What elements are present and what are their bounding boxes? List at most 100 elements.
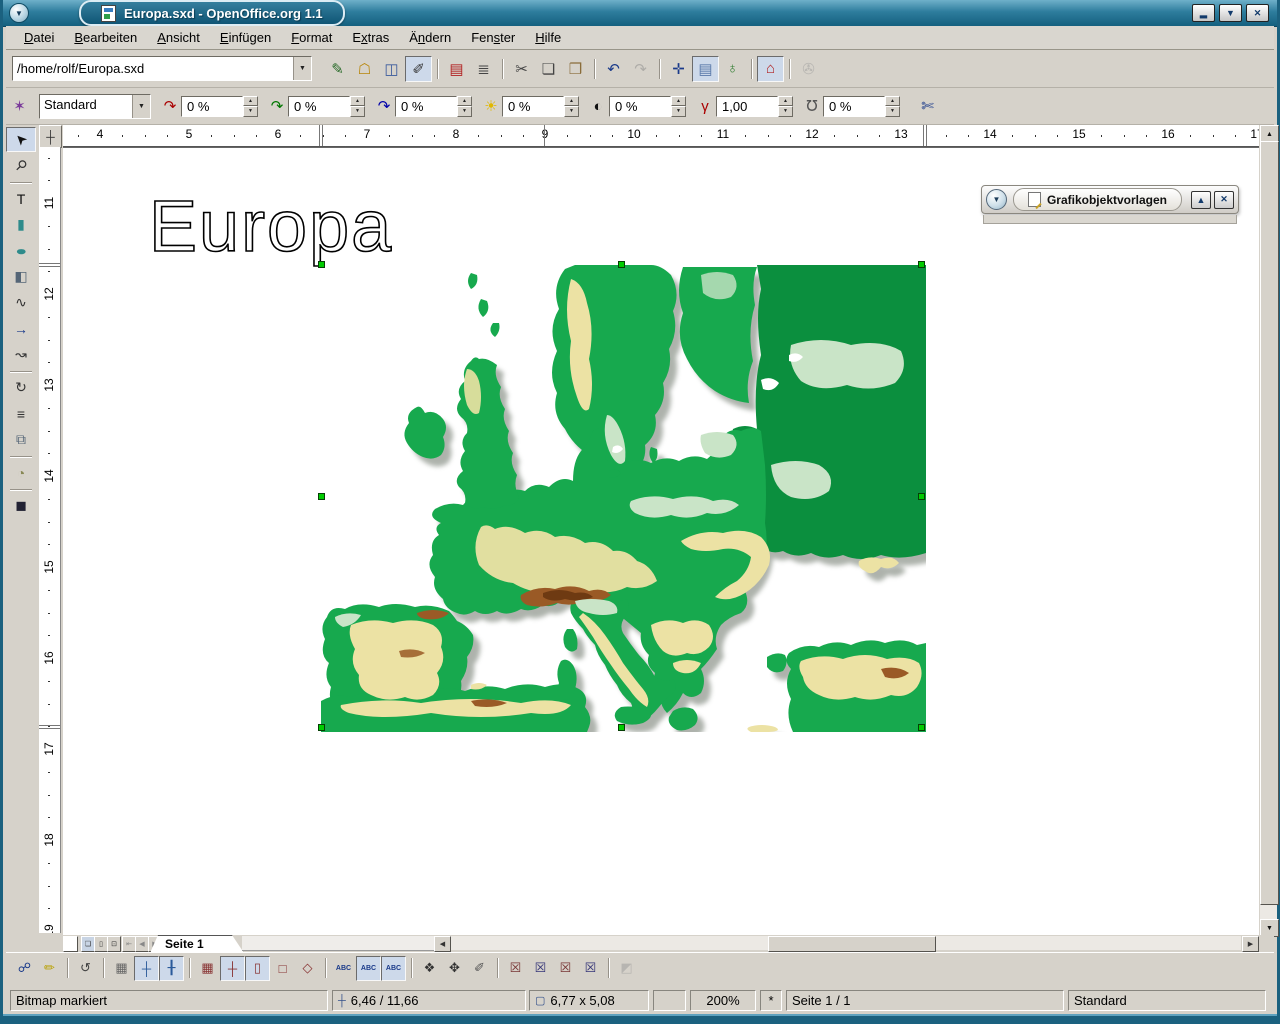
snap-points-icon[interactable]: ◇ [295,956,320,981]
gamma-field[interactable]: 1,00 [716,96,778,117]
effects3d-tool[interactable]: ◼ [6,493,36,518]
guides-front-icon[interactable]: ╂ [159,956,184,981]
status-position-cell[interactable]: ┼ 6,46 / 11,66 [332,990,526,1011]
rotate-tool[interactable]: ↻ [6,375,36,400]
open-icon[interactable]: ☖ [351,56,378,82]
selection-handle[interactable] [318,493,325,500]
status-style-cell[interactable]: Standard [1068,990,1266,1011]
selection-handle[interactable] [918,261,925,268]
url-input[interactable] [13,57,293,80]
cut-icon[interactable]: ✂ [508,56,535,82]
menu-datei[interactable]: Datei [14,28,64,47]
snap-grid-icon[interactable]: ▦ [195,956,220,981]
contrast-field-up[interactable]: ▲ [671,96,686,107]
selection-handle[interactable] [618,261,625,268]
selection-handle[interactable] [918,724,925,731]
selection-handle[interactable] [318,261,325,268]
page-tab-seite-1[interactable]: Seite 1 [150,935,244,953]
minimize-button[interactable]: ▂ [1192,4,1215,22]
url-dropdown-button[interactable]: ▼ [293,57,311,80]
stylist-titlebar[interactable]: ▼ Grafikobjektvorlagen ▲ ✕ [981,185,1239,214]
view-mode-drawing-icon[interactable]: ❏ [81,936,95,952]
menu-format[interactable]: Format [281,28,342,47]
snap-margins-icon[interactable]: ▯ [245,956,270,981]
stylist-rollup-button[interactable]: ▲ [1191,191,1211,209]
curve-tool[interactable]: ∿ [6,290,36,315]
edit-points-icon[interactable]: ☍ [12,956,37,981]
gallery-icon[interactable]: ♁ [719,56,746,82]
stylist-menu-button[interactable]: ▼ [986,189,1007,210]
view-mode-layer-icon[interactable]: ⊡ [107,936,121,952]
filter-icon[interactable]: ✶ [6,93,33,119]
green-field-down[interactable]: ▼ [350,106,365,117]
stylist-icon[interactable]: ▤ [692,56,719,82]
green-field[interactable]: 0 % [288,96,350,117]
hairlines-icon[interactable]: ☒ [578,956,603,981]
modify-attributes-icon[interactable]: ❖ [417,956,442,981]
rotation-mode-icon[interactable]: ↺ [73,956,98,981]
menu-ansicht[interactable]: Ansicht [147,28,210,47]
connector-tool[interactable]: ↝ [6,342,36,367]
print-icon[interactable]: ≣ [470,56,497,82]
save-icon[interactable]: ◫ [378,56,405,82]
guides-visible-icon[interactable]: ┼ [134,956,159,981]
red-field[interactable]: 0 % [181,96,243,117]
window-menu-button[interactable]: ▼ [9,3,29,23]
menu-fenster[interactable]: Fenster [461,28,525,47]
select-text-area-icon[interactable]: ABC [356,956,381,981]
brightness-field-up[interactable]: ▲ [564,96,579,107]
graphics-mode-value[interactable]: Standard [40,95,132,118]
brightness-field-down[interactable]: ▼ [564,106,579,117]
horizontal-ruler[interactable]: 4567891011121314151617 [63,125,1259,147]
contrast-field-down[interactable]: ▼ [671,106,686,117]
copy-icon[interactable]: ❏ [535,56,562,82]
select-tool[interactable]: ➤ [6,127,36,152]
zoom-tool[interactable]: ⚲ [6,153,36,178]
green-field-up[interactable]: ▲ [350,96,365,107]
undo-icon[interactable]: ↶ [600,56,627,82]
red-field-up[interactable]: ▲ [243,96,258,107]
horizontal-scroll-thumb[interactable] [768,936,936,952]
grid-visible-icon[interactable]: ▦ [109,956,134,981]
page-title-text[interactable]: Europa [149,186,393,268]
rectangle-tool[interactable]: ▮ [6,212,36,237]
gamma-field-up[interactable]: ▲ [778,96,793,107]
graphics-mode-dropdown-button[interactable]: ▼ [132,95,150,118]
quick-edit-icon[interactable]: ABC [331,956,356,981]
menu-einfgen[interactable]: Einfügen [210,28,281,47]
lines-arrows-tool[interactable]: → [6,316,36,341]
crop-icon[interactable]: ✄ [914,93,941,119]
modify-position-icon[interactable]: ✥ [442,956,467,981]
scroll-right-button[interactable]: ▶ [1242,936,1259,952]
contour-mode-icon[interactable]: ☒ [528,956,553,981]
vertical-scroll-thumb[interactable] [1260,141,1279,905]
vertical-ruler[interactable]: 111213141516171819 [39,147,61,933]
menu-hilfe[interactable]: Hilfe [525,28,571,47]
glue-points-icon[interactable]: ✏ [37,956,62,981]
ruler-origin-button[interactable]: ┼ [39,125,62,148]
selection-handle[interactable] [918,493,925,500]
snap-border-icon[interactable]: □ [270,956,295,981]
snap-guides-icon[interactable]: ┼ [220,956,245,981]
navigator-icon[interactable]: ✛ [665,56,692,82]
contrast-field[interactable]: 0 % [609,96,671,117]
blue-field-up[interactable]: ▲ [457,96,472,107]
transparency-field[interactable]: 0 % [823,96,885,117]
close-button[interactable]: ✕ [1246,4,1269,22]
align-tool[interactable]: ≡ [6,401,36,426]
transparency-field-up[interactable]: ▲ [885,96,900,107]
selection-handle[interactable] [318,724,325,731]
red-field-down[interactable]: ▼ [243,106,258,117]
vertical-scrollbar[interactable]: ▲ ▼ [1260,125,1277,935]
stylist-close-button[interactable]: ✕ [1214,191,1234,209]
dblclick-textedit-icon[interactable]: ABC [381,956,406,981]
ruler-split-box[interactable] [63,936,78,952]
paste-icon[interactable]: ❒ [562,56,589,82]
edit-file-icon[interactable]: ✐ [405,56,432,82]
drawing-canvas[interactable]: Europa [63,147,1259,936]
gamma-field-down[interactable]: ▼ [778,106,793,117]
paint-mode-icon[interactable]: ✐ [467,956,492,981]
europe-map-bitmap[interactable] [321,265,926,732]
arrange-tool[interactable]: ⧉ [6,427,36,452]
status-page-cell[interactable]: Seite 1 / 1 [786,990,1064,1011]
